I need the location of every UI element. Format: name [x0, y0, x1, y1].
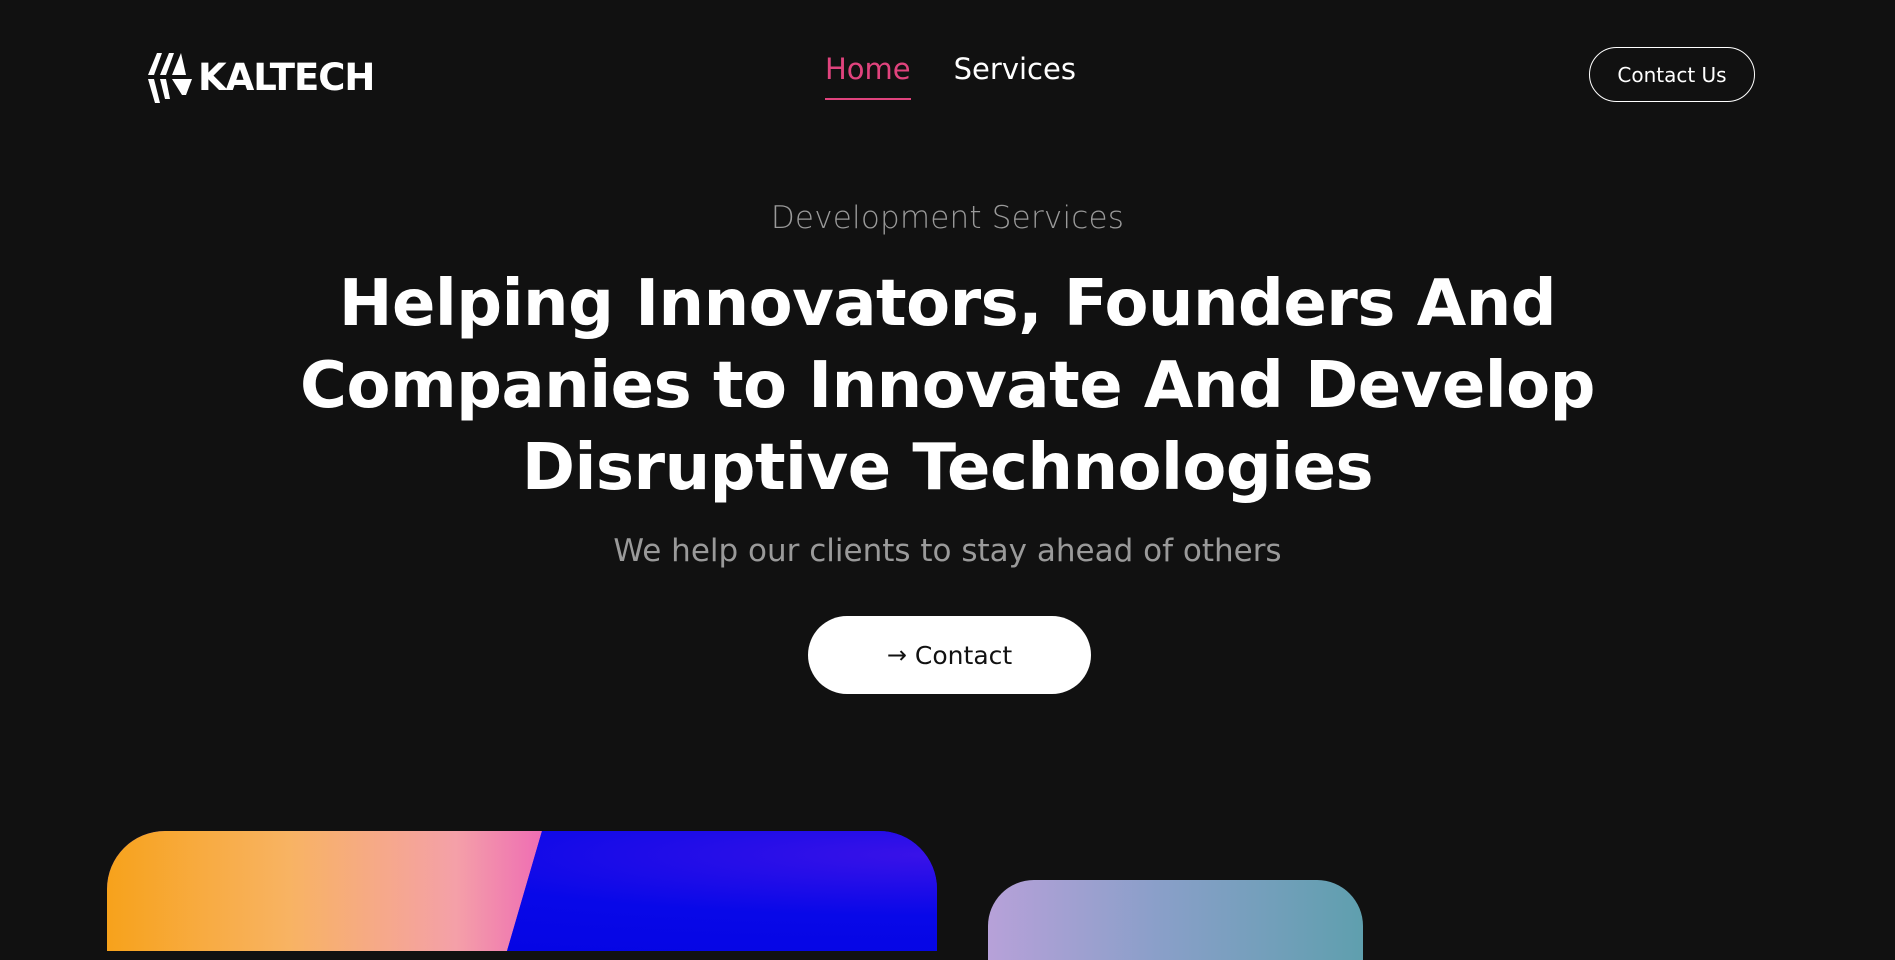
hero-subtitle: We help our clients to stay ahead of oth…: [613, 533, 1282, 570]
nav-item-services[interactable]: Services: [954, 53, 1076, 100]
hero-contact-label: Contact: [914, 640, 1013, 670]
kaltech-logo-icon: [148, 53, 192, 103]
arrow-right-icon: →: [886, 641, 907, 669]
contact-us-button[interactable]: Contact Us: [1589, 47, 1755, 102]
hero-contact-button[interactable]: → Contact: [808, 616, 1091, 694]
brand-name: KALTECH: [198, 55, 375, 99]
feature-card-gradient-small: [988, 880, 1363, 960]
hero-eyebrow: Development Services: [770, 200, 1125, 236]
hero-headline-line-3: Disruptive Technologies: [521, 431, 1374, 506]
hero-headline-line-1: Helping Innovators, Founders And: [338, 267, 1557, 342]
hero-section: Development Services Helping Innovators,…: [0, 200, 1895, 570]
feature-card-gradient-large: [107, 831, 937, 951]
main-nav: Home Services: [825, 53, 1076, 100]
hero-headline: Helping Innovators, Founders And Compani…: [298, 263, 1598, 509]
nav-item-home[interactable]: Home: [825, 53, 911, 100]
hero-headline-line-2: Companies to Innovate And Develop: [300, 349, 1595, 424]
brand-logo[interactable]: KALTECH: [146, 48, 375, 106]
site-header: KALTECH Home Services Contact Us: [0, 0, 1895, 150]
